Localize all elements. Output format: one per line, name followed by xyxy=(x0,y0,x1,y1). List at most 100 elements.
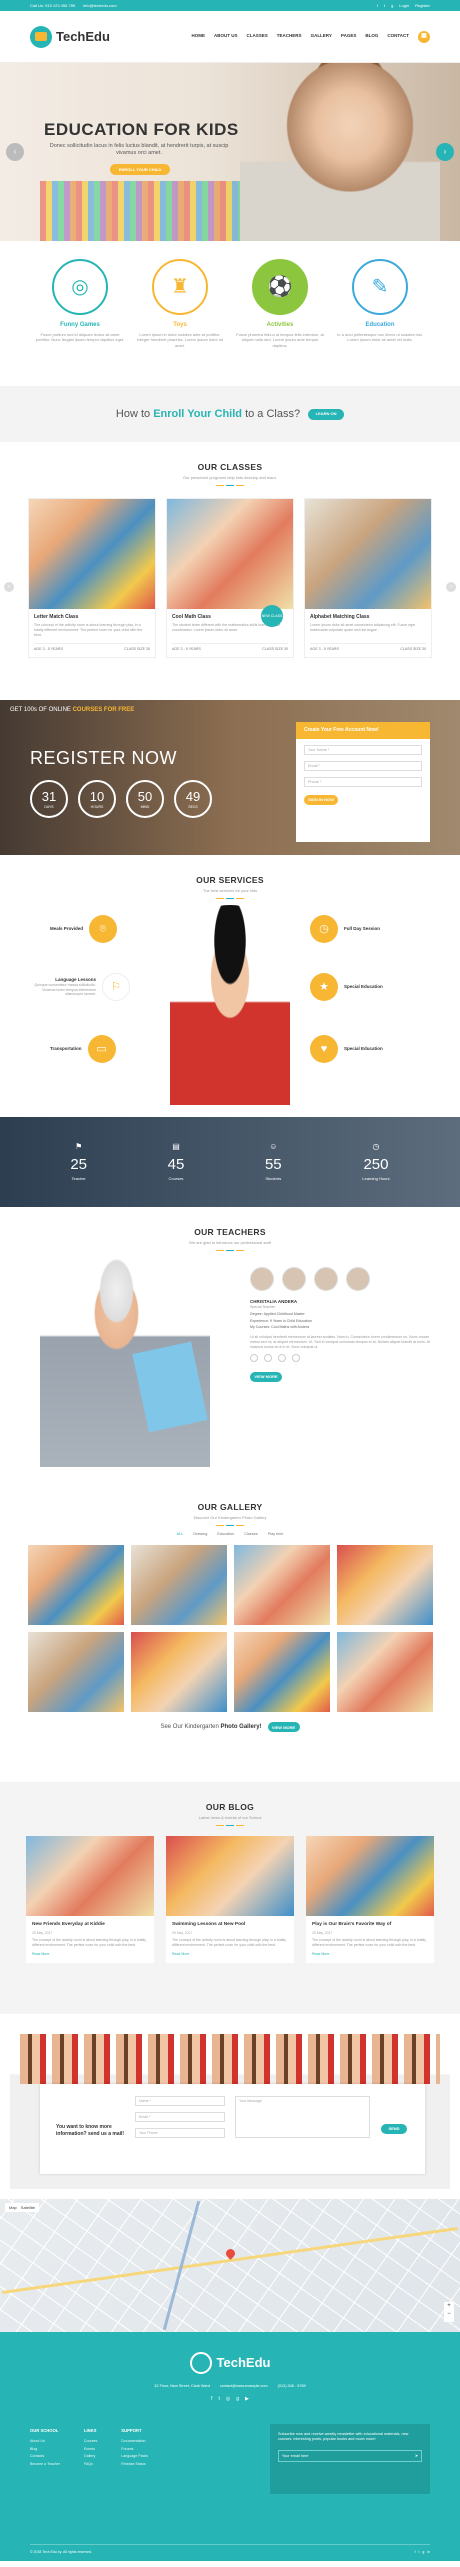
email-field[interactable]: Email * xyxy=(304,760,422,771)
enroll-banner: How to Enroll Your Child to a Class? LEA… xyxy=(0,386,460,442)
avatar[interactable] xyxy=(282,1267,306,1291)
login-link[interactable]: Login xyxy=(399,3,409,8)
avatar[interactable] xyxy=(314,1267,338,1291)
footer-link[interactable]: FAQs xyxy=(84,2462,97,2467)
google-plus-icon[interactable]: g xyxy=(391,3,393,8)
blog-card[interactable]: New Friends Everyday at Kiddie 25 May, 2… xyxy=(26,1836,154,1963)
class-card[interactable]: NEW CLASS Cool Math Class The student te… xyxy=(166,498,294,658)
register-link[interactable]: Register xyxy=(415,3,430,8)
view-more-button[interactable]: VIEW MORE xyxy=(250,1371,282,1382)
class-name[interactable]: Alphabet Matching Class xyxy=(310,614,426,621)
gallery-image[interactable] xyxy=(233,1545,330,1626)
facebook-icon[interactable]: f xyxy=(211,2396,212,2403)
avatar[interactable] xyxy=(346,1267,370,1291)
google-plus-icon[interactable] xyxy=(278,1353,286,1362)
blog-card[interactable]: Swimming Lessons at New Pool 25 May, 201… xyxy=(166,1836,294,1963)
gallery-image[interactable] xyxy=(130,1632,227,1713)
twitter-icon[interactable] xyxy=(264,1353,272,1362)
nav-item-home[interactable]: HOME xyxy=(192,33,206,39)
feature-text: Fusce pharetra felis a ut tempus felis i… xyxy=(236,332,324,348)
filter-drawing[interactable]: Drawing xyxy=(193,1532,207,1537)
footer-link[interactable]: Forums xyxy=(121,2447,148,2452)
footer-logo[interactable]: TechEdu xyxy=(0,2352,460,2374)
contact-name-field[interactable]: Name * xyxy=(135,2096,225,2106)
facebook-icon[interactable] xyxy=(250,1353,258,1362)
location-map[interactable]: Map Satellite + − xyxy=(0,2199,460,2332)
footer-link[interactable]: Courses xyxy=(84,2439,97,2444)
footer-col-support: SUPPORT Documentation Forums Language Pa… xyxy=(121,2428,149,2467)
send-icon[interactable]: ➤ xyxy=(415,2454,418,2458)
newsletter-email-input[interactable]: Your email here ➤ xyxy=(278,2450,422,2463)
class-name[interactable]: Letter Match Class xyxy=(34,614,150,621)
read-more-link[interactable]: Read More xyxy=(312,1952,428,1957)
blog-title[interactable]: Swimming Lessons at New Pool xyxy=(172,1922,288,1928)
footer-link[interactable]: About Us xyxy=(30,2439,60,2444)
blog-card[interactable]: Play is Our Brain's Favorite Way of 25 M… xyxy=(306,1836,434,1963)
footer-link[interactable]: Gallery xyxy=(84,2454,97,2459)
contact-phone-field[interactable]: Your Phone xyxy=(135,2128,225,2138)
cart-icon[interactable]: ▣ xyxy=(418,30,430,43)
filter-education[interactable]: Education xyxy=(217,1532,234,1537)
slider-prev-icon[interactable]: ‹ xyxy=(6,143,24,161)
classes-next-icon[interactable]: › xyxy=(446,582,456,592)
nav-item-pages[interactable]: PAGES xyxy=(341,33,356,39)
filter-all[interactable]: ALL xyxy=(177,1532,184,1537)
read-more-link[interactable]: Read More xyxy=(32,1952,148,1957)
class-card[interactable]: Letter Match Class The concept of the ac… xyxy=(28,498,156,658)
feature-text: Fusce pretium sed id aliquam lectus sit … xyxy=(35,332,125,343)
name-field[interactable]: Your Name * xyxy=(304,744,422,755)
sign-in-button[interactable]: SIGN IN NOW xyxy=(304,794,338,805)
gallery-image[interactable] xyxy=(336,1632,433,1713)
contact-section: You want to know more information? send … xyxy=(0,2014,460,2199)
youtube-icon[interactable]: ▶ xyxy=(245,2396,249,2403)
twitter-icon[interactable]: t xyxy=(384,3,385,8)
phone-field[interactable]: Phone * xyxy=(304,776,422,787)
read-more-link[interactable]: Read More xyxy=(172,1952,288,1957)
contact-message-field[interactable]: Your Message xyxy=(235,2096,370,2138)
register-title: REGISTER NOW xyxy=(30,748,178,768)
google-plus-icon[interactable]: g xyxy=(236,2396,239,2403)
class-card[interactable]: Alphabet Matching Class Lorem ipsum dolo… xyxy=(304,498,432,658)
footer-link[interactable]: Events xyxy=(84,2447,97,2452)
gallery-view-more-button[interactable]: VIEW MORE xyxy=(267,1722,300,1733)
footer-link[interactable]: Blog xyxy=(30,2447,60,2452)
gallery-image[interactable] xyxy=(233,1632,330,1713)
map-zoom-control[interactable]: + − xyxy=(444,2302,454,2322)
linkedin-icon[interactable] xyxy=(292,1353,300,1362)
gallery-image[interactable] xyxy=(27,1545,124,1626)
section-title: OUR BLOG xyxy=(205,1802,255,1812)
slider-next-icon[interactable]: › xyxy=(436,143,454,161)
facebook-icon[interactable]: f xyxy=(377,3,378,8)
send-button[interactable]: SEND xyxy=(381,2124,407,2134)
learn-on-button[interactable]: LEARN ON xyxy=(308,408,345,420)
topbar-email[interactable]: info@techedu.com xyxy=(83,3,116,8)
gallery-image[interactable] xyxy=(130,1545,227,1626)
nav-item-classes[interactable]: CLASSES xyxy=(247,33,268,39)
map-type-satellite[interactable]: Satellite xyxy=(21,2205,35,2210)
filter-play-time[interactable]: Play time xyxy=(268,1532,284,1537)
footer-email[interactable]: contact@www.example.com xyxy=(220,2384,268,2389)
footer-link[interactable]: Release Status xyxy=(121,2462,148,2467)
avatar[interactable] xyxy=(250,1267,274,1291)
footer-link[interactable]: Language Packs xyxy=(121,2454,148,2459)
nav-item-about[interactable]: ABOUT US xyxy=(214,33,238,39)
gallery-image[interactable] xyxy=(336,1545,433,1626)
footer-link[interactable]: Documentation xyxy=(121,2439,148,2444)
blog-title[interactable]: Play is Our Brain's Favorite Way of xyxy=(312,1922,428,1928)
instagram-icon[interactable]: ◎ xyxy=(226,2396,230,2403)
footer-link[interactable]: Become a Teacher xyxy=(30,2462,60,2467)
twitter-icon[interactable]: t xyxy=(218,2396,219,2403)
enroll-child-button[interactable]: ENROLL YOUR CHILD xyxy=(110,164,170,175)
map-type-map[interactable]: Map xyxy=(9,2205,17,2210)
gallery-image[interactable] xyxy=(27,1632,124,1713)
site-logo[interactable]: TechEdu xyxy=(30,25,110,48)
contact-email-field[interactable]: Email * xyxy=(135,2112,225,2122)
nav-item-teachers[interactable]: TEACHERS xyxy=(277,33,302,39)
blog-title[interactable]: New Friends Everyday at Kiddie xyxy=(32,1922,148,1928)
nav-item-contact[interactable]: CONTACT xyxy=(387,33,409,39)
nav-item-gallery[interactable]: GALLERY xyxy=(311,33,332,39)
footer-link[interactable]: Contacts xyxy=(30,2454,60,2459)
filter-classes[interactable]: Classes xyxy=(244,1532,258,1537)
nav-item-blog[interactable]: BLOG xyxy=(365,33,378,39)
classes-prev-icon[interactable]: ‹ xyxy=(4,582,14,592)
